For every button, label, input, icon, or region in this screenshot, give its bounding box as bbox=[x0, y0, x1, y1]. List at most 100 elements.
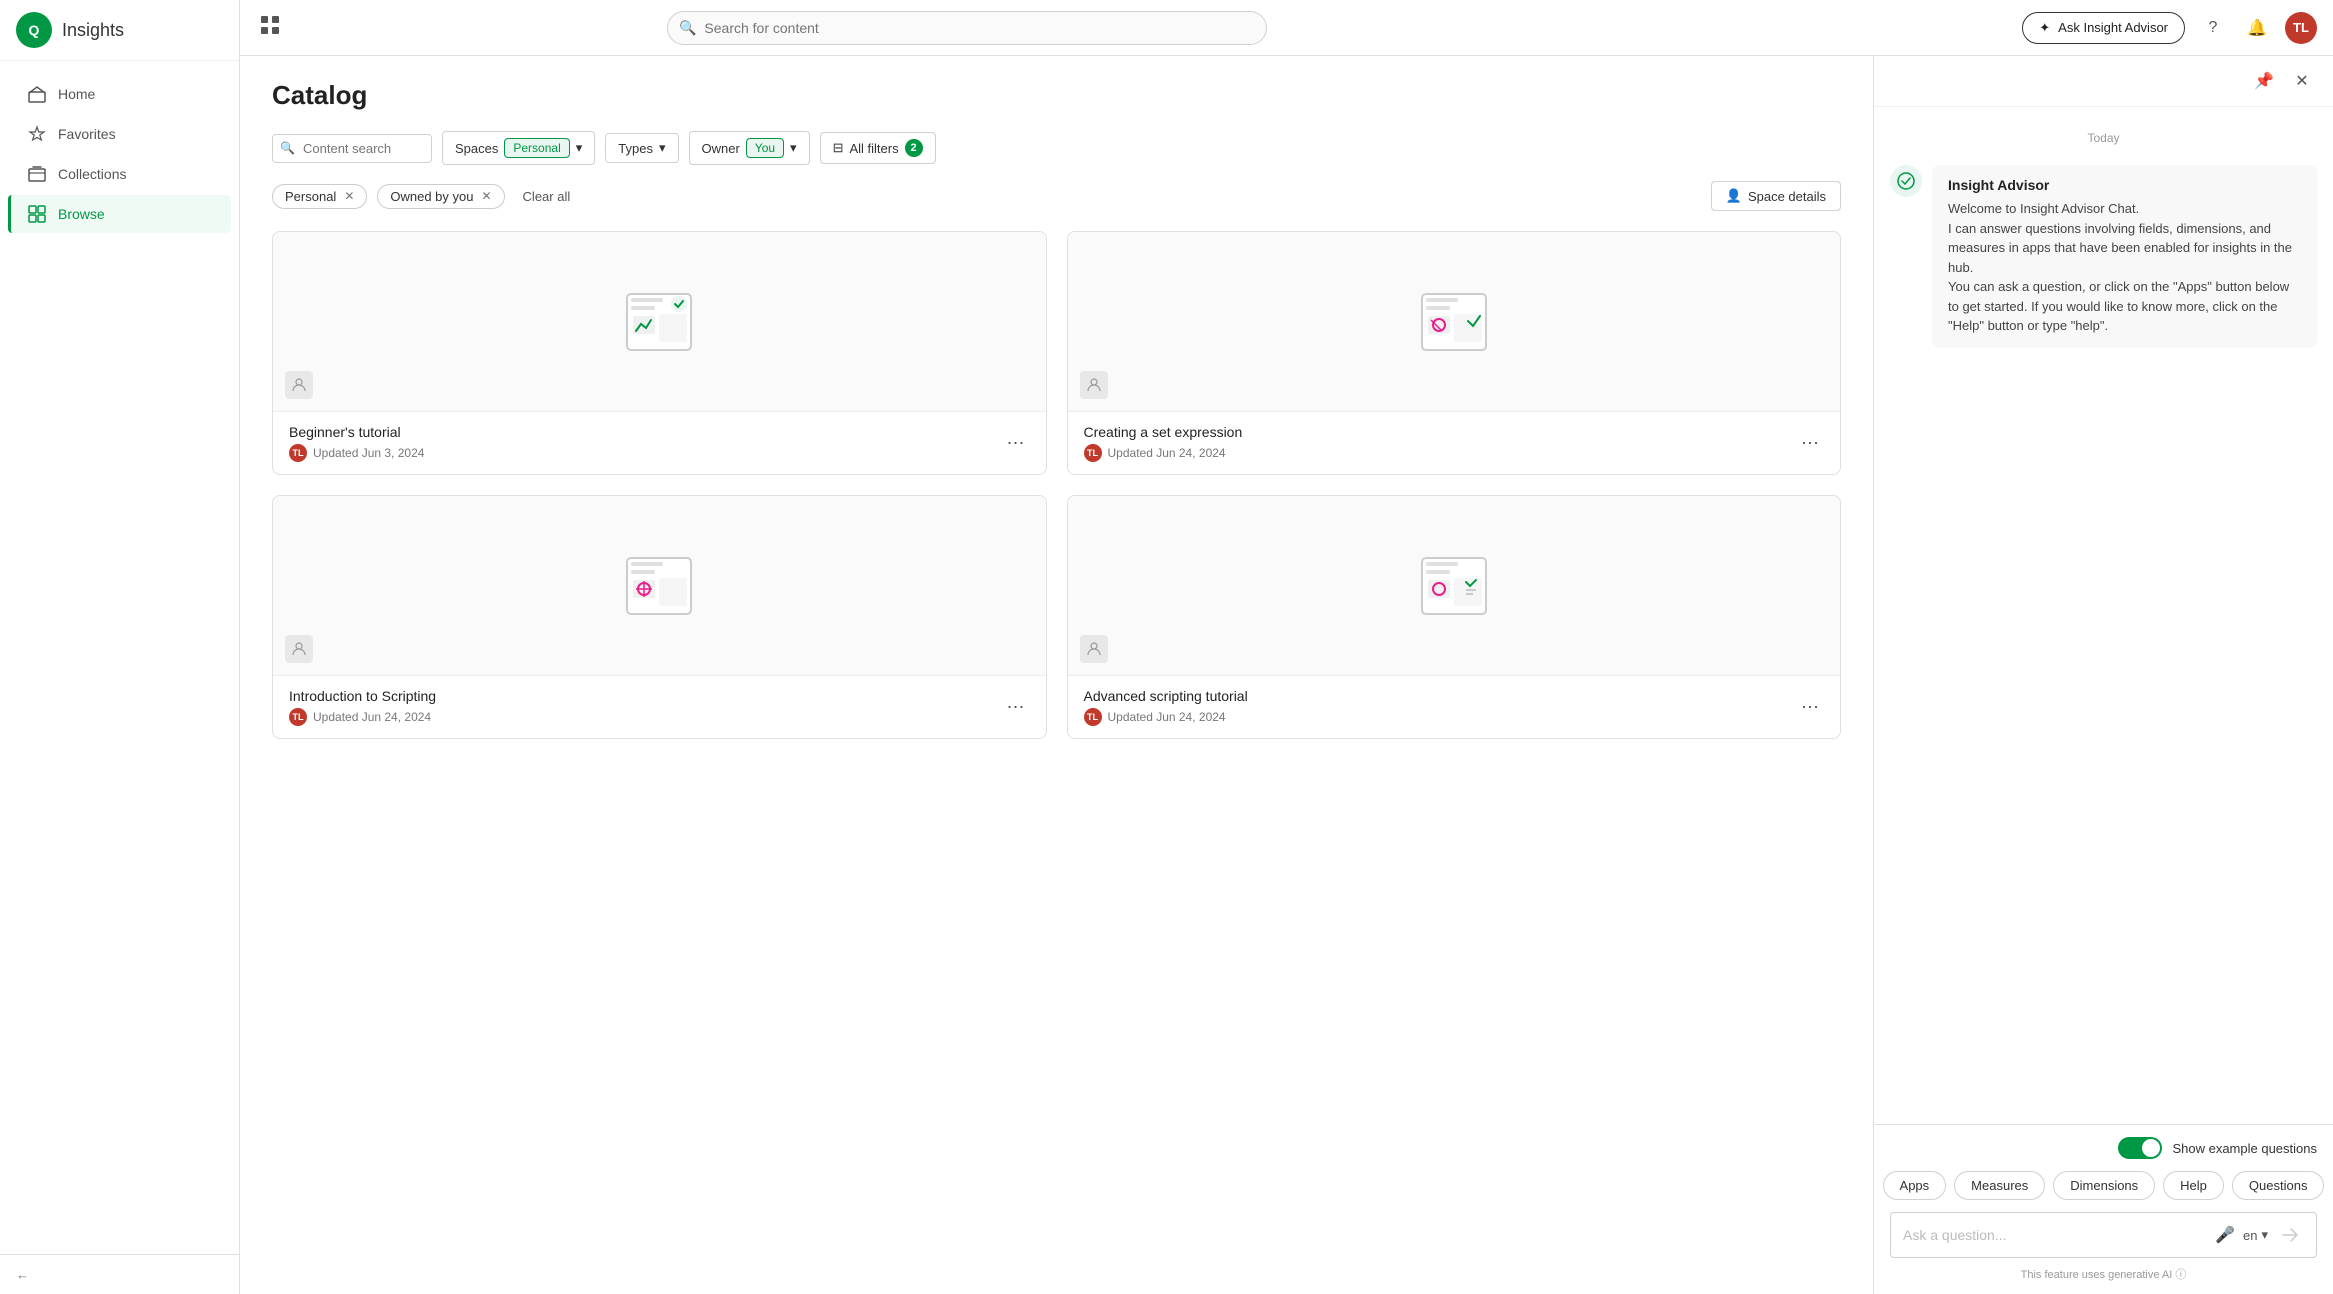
app-preview-icon-advanced-scripting bbox=[1414, 546, 1494, 626]
catalog-panel: Catalog 🔍 Spaces Personal ▾ Types ▾ O bbox=[240, 56, 1873, 1294]
filter-count-badge: 2 bbox=[905, 139, 923, 157]
content-area: Catalog 🔍 Spaces Personal ▾ Types ▾ O bbox=[240, 56, 2333, 1294]
message-text: Welcome to Insight Advisor Chat. I can a… bbox=[1948, 199, 2301, 336]
show-examples-toggle[interactable] bbox=[2118, 1137, 2162, 1159]
active-filter-owned-by-you[interactable]: Owned by you ✕ bbox=[377, 184, 504, 209]
sidebar: Q Insights Home Favorites bbox=[0, 0, 240, 1294]
message-line-3: You can ask a question, or click on the … bbox=[1948, 279, 2289, 333]
sidebar-item-browse-label: Browse bbox=[58, 206, 105, 222]
content-search-input[interactable] bbox=[272, 134, 432, 163]
card-user-placeholder-icon-2 bbox=[1080, 371, 1108, 399]
user-initials: TL bbox=[2293, 20, 2309, 35]
insight-messages-area: Today Insight Advisor Welcome to Insight… bbox=[1874, 107, 2333, 1124]
active-filters-bar: Personal ✕ Owned by you ✕ Clear all 👤 Sp… bbox=[272, 181, 1841, 211]
qlik-logo-icon: Q bbox=[16, 12, 52, 48]
search-input[interactable] bbox=[667, 11, 1267, 45]
card-name-intro-scripting: Introduction to Scripting bbox=[289, 688, 1002, 704]
card-preview-intro-scripting bbox=[273, 496, 1046, 676]
all-filters-label: All filters bbox=[849, 141, 898, 156]
ask-input-icons: 🎤 en ▾ bbox=[2215, 1221, 2304, 1249]
card-footer-intro-scripting: Introduction to Scripting TL Updated Jun… bbox=[273, 676, 1046, 738]
message-line-1: Welcome to Insight Advisor Chat. bbox=[1948, 201, 2139, 216]
close-panel-button[interactable]: ✕ bbox=[2287, 66, 2317, 96]
card-avatar-set-expression: TL bbox=[1084, 444, 1102, 462]
space-details-button[interactable]: 👤 Space details bbox=[1711, 181, 1841, 211]
microphone-button[interactable]: 🎤 bbox=[2215, 1225, 2235, 1245]
remove-personal-filter-icon: ✕ bbox=[344, 189, 354, 203]
collections-icon bbox=[28, 165, 46, 183]
help-quick-action-button[interactable]: Help bbox=[2163, 1171, 2224, 1200]
space-details-label: Space details bbox=[1748, 189, 1826, 204]
svg-text:Q: Q bbox=[29, 22, 40, 38]
all-filters-button[interactable]: ⊟ All filters 2 bbox=[820, 132, 936, 164]
show-examples-row: Show example questions bbox=[1890, 1137, 2317, 1159]
spaces-chevron-icon: ▾ bbox=[576, 140, 583, 156]
app-card-set-expression[interactable]: Creating a set expression TL Updated Jun… bbox=[1067, 231, 1842, 475]
ask-input-row: 🎤 en ▾ bbox=[1890, 1212, 2317, 1258]
language-selector[interactable]: en ▾ bbox=[2243, 1227, 2268, 1243]
app-preview-icon-beginners bbox=[619, 282, 699, 362]
funnel-icon: ⊟ bbox=[833, 140, 844, 156]
app-card-advanced-scripting[interactable]: Advanced scripting tutorial TL Updated J… bbox=[1067, 495, 1842, 739]
sidebar-item-home-label: Home bbox=[58, 86, 95, 102]
owner-filter-button[interactable]: Owner You ▾ bbox=[689, 131, 810, 165]
filter-search-icon: 🔍 bbox=[280, 141, 295, 155]
card-avatar-beginners: TL bbox=[289, 444, 307, 462]
questions-quick-action-button[interactable]: Questions bbox=[2232, 1171, 2325, 1200]
app-card-beginners-tutorial[interactable]: Beginner's tutorial TL Updated Jun 3, 20… bbox=[272, 231, 1047, 475]
filter-bar: 🔍 Spaces Personal ▾ Types ▾ Owner You ▾ bbox=[272, 131, 1841, 165]
types-filter-button[interactable]: Types ▾ bbox=[605, 133, 678, 163]
notification-button[interactable]: 🔔 bbox=[2241, 12, 2273, 44]
card-avatar-advanced-scripting: TL bbox=[1084, 708, 1102, 726]
sidebar-item-favorites[interactable]: Favorites bbox=[8, 115, 231, 153]
info-icon: ⓘ bbox=[2175, 1269, 2186, 1281]
browse-icon bbox=[28, 205, 46, 223]
dimensions-quick-action-button[interactable]: Dimensions bbox=[2053, 1171, 2155, 1200]
card-meta-set-expression: TL Updated Jun 24, 2024 bbox=[1084, 444, 1797, 462]
close-icon: ✕ bbox=[2295, 71, 2308, 91]
sidebar-item-home[interactable]: Home bbox=[8, 75, 231, 113]
app-preview-icon-intro-scripting bbox=[619, 546, 699, 626]
sidebar-collapse-button[interactable]: ← bbox=[16, 1267, 223, 1282]
spaces-filter-button[interactable]: Spaces Personal ▾ bbox=[442, 131, 595, 165]
card-menu-button-advanced-scripting[interactable]: ⋯ bbox=[1796, 693, 1824, 721]
card-preview-set-expression bbox=[1068, 232, 1841, 412]
help-icon: ? bbox=[2209, 19, 2218, 37]
grid-menu-button[interactable] bbox=[256, 11, 284, 45]
help-button[interactable]: ? bbox=[2197, 12, 2229, 44]
card-info-beginners: Beginner's tutorial TL Updated Jun 3, 20… bbox=[289, 424, 1002, 462]
card-menu-button-set-expression[interactable]: ⋯ bbox=[1796, 429, 1824, 457]
user-avatar[interactable]: TL bbox=[2285, 12, 2317, 44]
sidebar-item-browse[interactable]: Browse bbox=[8, 195, 231, 233]
measures-quick-action-button[interactable]: Measures bbox=[1954, 1171, 2045, 1200]
main-area: 🔍 ✦ Ask Insight Advisor ? 🔔 TL Catalog bbox=[240, 0, 2333, 1294]
app-card-intro-scripting[interactable]: Introduction to Scripting TL Updated Jun… bbox=[272, 495, 1047, 739]
lang-code: en bbox=[2243, 1228, 2257, 1243]
person-icon: 👤 bbox=[1726, 188, 1742, 204]
catalog-title: Catalog bbox=[272, 80, 1841, 111]
active-filter-personal[interactable]: Personal ✕ bbox=[272, 184, 367, 209]
card-info-set-expression: Creating a set expression TL Updated Jun… bbox=[1084, 424, 1797, 462]
card-user-placeholder-icon-4 bbox=[1080, 635, 1108, 663]
clear-all-button[interactable]: Clear all bbox=[515, 185, 579, 208]
card-name-advanced-scripting: Advanced scripting tutorial bbox=[1084, 688, 1797, 704]
pin-icon: 📌 bbox=[2254, 71, 2274, 91]
search-icon: 🔍 bbox=[679, 19, 696, 36]
sidebar-item-collections[interactable]: Collections bbox=[8, 155, 231, 193]
send-message-button[interactable] bbox=[2276, 1221, 2304, 1249]
owned-by-you-filter-label: Owned by you bbox=[390, 189, 473, 204]
sidebar-nav: Home Favorites Collections bbox=[0, 61, 239, 1254]
ask-question-input[interactable] bbox=[1903, 1227, 2207, 1243]
ask-insight-advisor-button[interactable]: ✦ Ask Insight Advisor bbox=[2022, 12, 2185, 44]
card-updated-advanced-scripting: Updated Jun 24, 2024 bbox=[1108, 710, 1226, 724]
card-updated-beginners: Updated Jun 3, 2024 bbox=[313, 446, 424, 460]
lang-chevron-icon: ▾ bbox=[2261, 1227, 2268, 1243]
show-examples-label: Show example questions bbox=[2172, 1141, 2317, 1156]
generative-ai-notice: This feature uses generative AI ⓘ bbox=[1890, 1266, 2317, 1282]
card-menu-button-intro-scripting[interactable]: ⋯ bbox=[1002, 693, 1030, 721]
insight-advisor-panel: 📌 ✕ Today Insight Advisor bbox=[1873, 56, 2333, 1294]
card-menu-button-beginners[interactable]: ⋯ bbox=[1002, 429, 1030, 457]
apps-quick-action-button[interactable]: Apps bbox=[1883, 1171, 1947, 1200]
collapse-icon: ← bbox=[16, 1267, 29, 1282]
pin-panel-button[interactable]: 📌 bbox=[2249, 66, 2279, 96]
